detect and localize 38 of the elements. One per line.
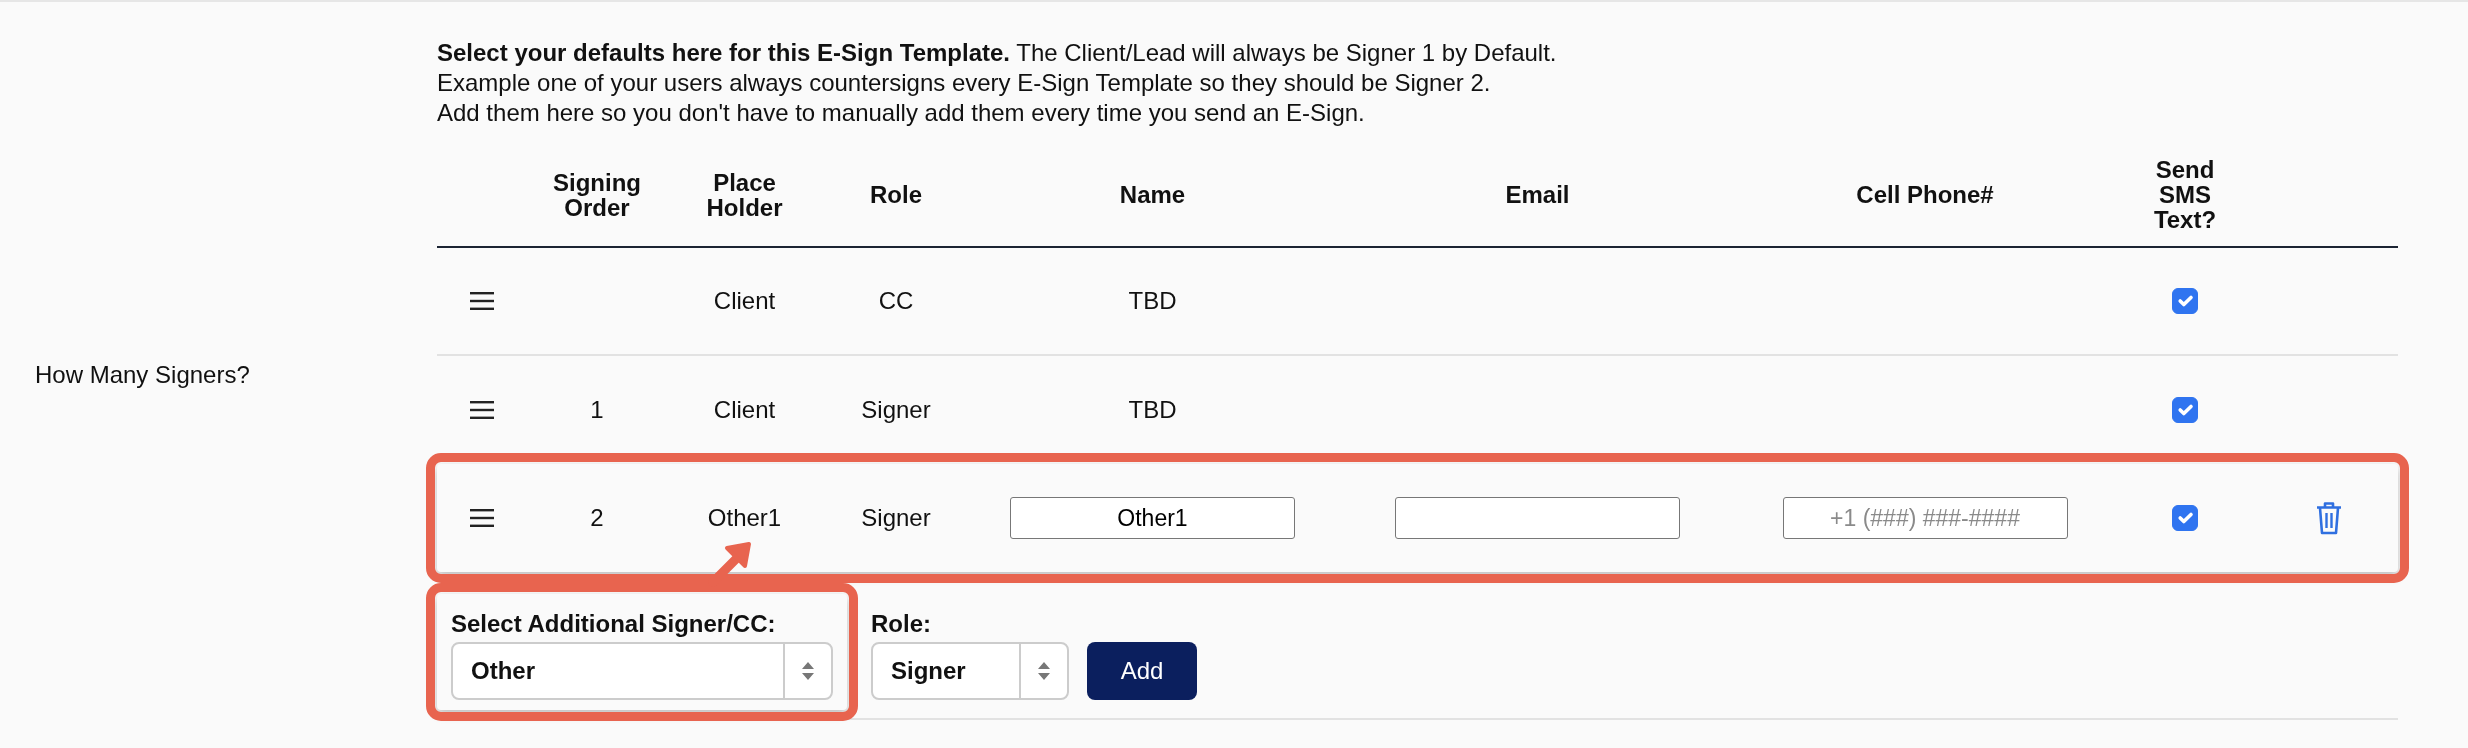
signing-order: 1 — [590, 396, 604, 423]
place-holder: Other1 — [707, 504, 782, 531]
instruction-text: Select your defaults here for this E-Sign Template. The Client/Lead will always be Signer 1 by Default. — [437, 38, 1558, 68]
column-header: Cell Phone# — [1856, 182, 1994, 207]
column-header: Role — [870, 182, 922, 207]
role-text: Signer — [861, 504, 931, 531]
drag-handle-icon[interactable] — [470, 291, 494, 311]
drag-handle-icon[interactable] — [470, 400, 494, 420]
field-label: Role: — [871, 609, 932, 639]
email-field[interactable] — [1395, 497, 1680, 539]
place-holder: Client — [713, 287, 776, 314]
column-header: Email — [1505, 182, 1570, 207]
sms-checkbox[interactable] — [2172, 288, 2198, 314]
column-header: Signing Order — [552, 169, 642, 220]
place-holder: Client — [713, 396, 776, 423]
trash-icon[interactable] — [2316, 501, 2342, 535]
updown-icon — [1037, 660, 1051, 682]
role-dropdown[interactable]: Signer — [871, 642, 1069, 700]
updown-icon — [801, 660, 815, 682]
sms-checkbox[interactable] — [2172, 397, 2198, 423]
column-header: Name — [1119, 182, 1186, 207]
field-label: Select Additional Signer/CC: — [451, 609, 777, 639]
instruction-text: Add them here so you don't have to manually add them every time you send an E-Sign. — [437, 98, 1366, 128]
drag-handle-icon[interactable] — [470, 508, 494, 528]
signer-name: TBD — [1128, 287, 1177, 314]
name-field[interactable]: Other1 — [1010, 497, 1295, 539]
add-button[interactable]: Add — [1087, 642, 1197, 700]
phone-field[interactable]: +1 (###) ###-#### — [1782, 497, 2068, 539]
role-text: CC — [878, 287, 914, 314]
instruction-text: Example one of your users always countersigns every E-Sign Template so they should be Signer 2. — [437, 68, 1492, 98]
side-label: How Many Signers? — [35, 361, 250, 388]
signer-name: TBD — [1128, 396, 1177, 423]
column-header: Send SMS Text? — [2152, 157, 2218, 232]
signing-order: 2 — [590, 504, 604, 531]
column-header: Place Holder — [705, 169, 784, 220]
sms-checkbox[interactable] — [2172, 505, 2198, 531]
participant-dropdown[interactable]: Other — [451, 642, 833, 700]
role-text: Signer — [861, 396, 931, 423]
